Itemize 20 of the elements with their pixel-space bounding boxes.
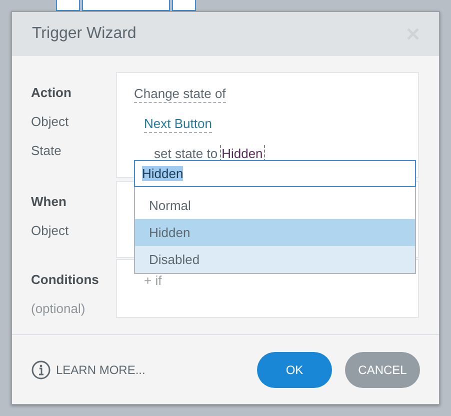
add-condition-link[interactable]: + if [144,272,162,289]
action-link[interactable]: Change state of [134,85,226,103]
ok-button[interactable]: OK [257,352,332,388]
info-icon[interactable] [31,360,51,380]
state-option[interactable]: Disabled [135,246,415,273]
field-label: Object [31,222,70,240]
field-label: Object [31,113,70,131]
section-heading: Action [31,84,72,102]
dialog-title: Trigger Wizard [32,25,136,43]
assignment-text: set state to [154,145,218,162]
object-link[interactable]: Next Button [144,115,212,133]
state-input[interactable]: Hidden [134,160,416,187]
state-option[interactable]: Hidden [135,219,415,246]
cancel-button[interactable]: CANCEL [345,352,420,388]
field-label: State [31,142,62,160]
state-option[interactable]: Normal [135,192,415,219]
optional-note: (optional) [31,300,86,318]
learn-more-link[interactable]: LEARN MORE... [56,362,146,376]
section-heading: Conditions [31,271,100,289]
section-heading: When [31,193,68,211]
